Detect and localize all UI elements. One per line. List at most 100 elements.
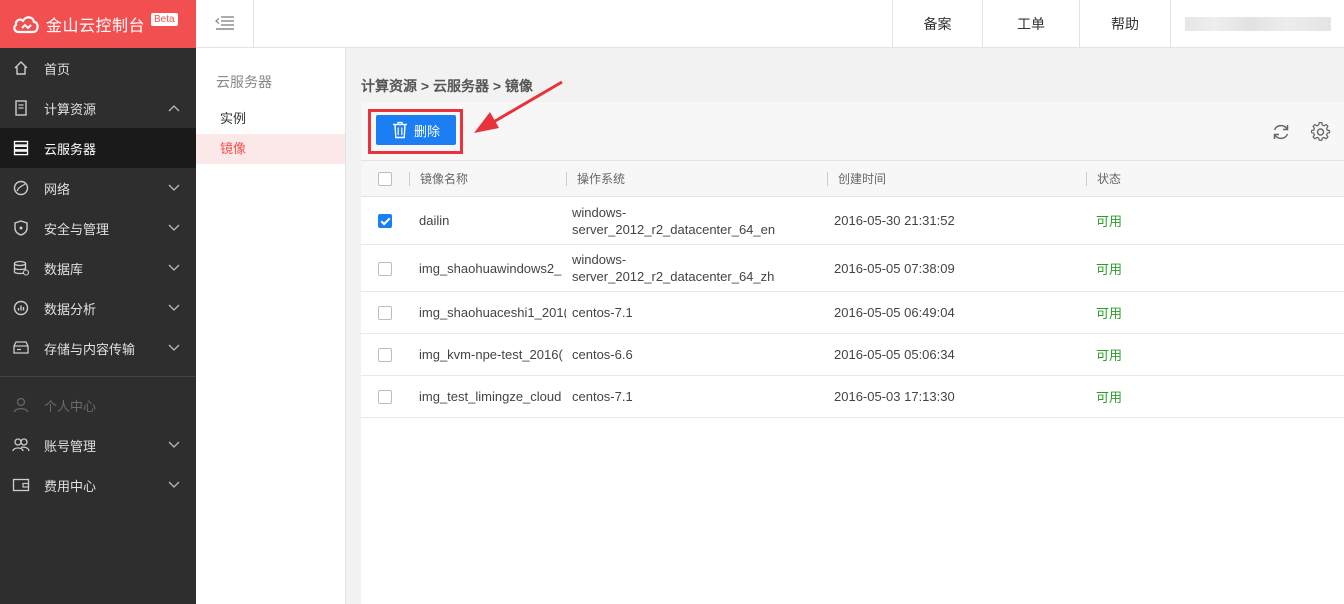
top-header: 备案 工单 帮助: [196, 0, 1344, 48]
nav-item-database[interactable]: 数据库: [0, 248, 196, 288]
delete-button-label: 删除: [413, 123, 440, 139]
column-label: 状态: [1097, 172, 1122, 186]
table-header-row: 镜像名称 操作系统 创建时间 状态: [361, 160, 1344, 197]
refresh-icon[interactable]: [1271, 122, 1291, 142]
row-checkbox[interactable]: [378, 261, 392, 276]
column-divider: [827, 171, 828, 186]
nav-item-label: 费用中心: [44, 478, 97, 494]
nav-item-cloud-server[interactable]: 云服务器: [0, 128, 196, 168]
row-select-cell: [361, 375, 409, 418]
row-checkbox[interactable]: [378, 348, 392, 363]
status-text: 可用: [1086, 333, 1344, 376]
menu-collapse-icon: [214, 15, 235, 33]
gear-icon[interactable]: [1311, 122, 1331, 142]
breadcrumb: 计算资源 > 云服务器 > 镜像: [361, 78, 533, 94]
ticket-link[interactable]: 工单: [982, 0, 1079, 48]
help-link[interactable]: 帮助: [1079, 0, 1170, 48]
blurred-username: [1185, 17, 1331, 31]
user-icon: [12, 396, 30, 414]
nav-divider: [0, 376, 196, 377]
nav-item-account[interactable]: 账号管理: [0, 425, 196, 465]
users-icon: [12, 436, 30, 454]
nav-item-label: 计算资源: [44, 101, 97, 117]
nav-item-storage[interactable]: 存储与内容传输: [0, 328, 196, 368]
nav-item-billing[interactable]: 费用中心: [0, 465, 196, 505]
server-stack-icon: [12, 139, 30, 157]
table-row[interactable]: img_shaohuaceshi1_201( centos-7.1 2016-0…: [361, 291, 1344, 334]
image-os: centos-6.6: [566, 333, 827, 376]
database-icon: [12, 259, 30, 277]
status-text: 可用: [1086, 196, 1344, 245]
nav-item-security[interactable]: 安全与管理: [0, 208, 196, 248]
chevron-down-icon: [168, 222, 180, 234]
brand-title: 金山云控制台: [46, 18, 146, 35]
status-text: 可用: [1086, 244, 1344, 292]
table-row[interactable]: img_test_limingze_cloud centos-7.1 2016-…: [361, 375, 1344, 418]
subnav-item-instances[interactable]: 实例: [196, 104, 345, 134]
column-header-os[interactable]: 操作系统: [566, 160, 827, 197]
select-all-cell: [361, 160, 409, 197]
beta-badge: Beta: [151, 12, 178, 26]
toolbar: 删除: [361, 102, 1344, 160]
column-label: 创建时间: [838, 172, 887, 186]
select-all-checkbox[interactable]: [378, 171, 392, 186]
nav-item-label: 首页: [44, 61, 71, 77]
image-created: 2016-05-03 17:13:30: [827, 375, 1086, 418]
image-name: dailin: [409, 196, 566, 245]
nav-item-network[interactable]: 网络: [0, 168, 196, 208]
table-row[interactable]: img_shaohuawindows2_ windows-server_2012…: [361, 244, 1344, 292]
nav-item-home[interactable]: 首页: [0, 48, 196, 88]
column-label: 镜像名称: [420, 172, 469, 186]
row-checkbox[interactable]: [378, 306, 392, 321]
home-icon: [12, 59, 30, 77]
brand-bar[interactable]: 金山云控制台 Beta: [0, 0, 196, 48]
menu-toggle-button[interactable]: [196, 0, 254, 48]
images-table: 镜像名称 操作系统 创建时间 状态 dailin windows-server_…: [361, 160, 1344, 418]
nav-item-analytics[interactable]: 数据分析: [0, 288, 196, 328]
nav-item-label: 账号管理: [44, 438, 97, 454]
sub-navigation: 云服务器 实例 镜像: [196, 48, 346, 604]
column-header-status[interactable]: 状态: [1086, 160, 1344, 197]
chevron-down-icon: [168, 262, 180, 274]
status-text: 可用: [1086, 291, 1344, 334]
server-doc-icon: [12, 99, 30, 117]
status-text: 可用: [1086, 375, 1344, 418]
row-select-cell: [361, 291, 409, 334]
nav-item-label: 云服务器: [44, 141, 97, 157]
user-menu[interactable]: [1170, 0, 1344, 48]
column-header-created[interactable]: 创建时间: [827, 160, 1086, 197]
beian-link[interactable]: 备案: [892, 0, 982, 48]
row-select-cell: [361, 333, 409, 376]
image-name: img_kvm-npe-test_2016(: [409, 333, 566, 376]
nav-item-label: 数据库: [44, 261, 84, 277]
image-created: 2016-05-05 07:38:09: [827, 244, 1086, 292]
nav-item-label: 安全与管理: [44, 221, 110, 237]
cloud-logo-icon: [12, 13, 40, 35]
subnav-title: 云服务器: [216, 74, 272, 90]
chevron-down-icon: [168, 439, 180, 451]
main-content: 计算资源 > 云服务器 > 镜像 删除 镜像名称 操作系统 创建时间 状态 da…: [347, 48, 1344, 604]
image-os: windows-server_2012_r2_datacenter_64_en: [566, 196, 827, 245]
column-label: 操作系统: [577, 172, 626, 186]
nav-item-compute[interactable]: 计算资源: [0, 88, 196, 128]
top-links: 备案 工单 帮助: [892, 0, 1344, 48]
image-created: 2016-05-30 21:31:52: [827, 196, 1086, 245]
network-icon: [12, 179, 30, 197]
row-checkbox[interactable]: [378, 214, 392, 229]
nav-item-label: 个人中心: [44, 398, 97, 414]
chevron-down-icon: [168, 302, 180, 314]
column-divider: [409, 171, 410, 186]
trash-icon: [392, 121, 408, 139]
column-divider: [1086, 171, 1087, 186]
table-row[interactable]: dailin windows-server_2012_r2_datacenter…: [361, 196, 1344, 245]
column-header-name[interactable]: 镜像名称: [409, 160, 566, 197]
nav-item-personal-center: 个人中心: [0, 385, 196, 425]
delete-button[interactable]: 删除: [376, 115, 456, 145]
image-name: img_test_limingze_cloud: [409, 375, 566, 418]
table-row[interactable]: img_kvm-npe-test_2016( centos-6.6 2016-0…: [361, 333, 1344, 376]
chevron-down-icon: [168, 182, 180, 194]
images-panel: 删除 镜像名称 操作系统 创建时间 状态 dailin windows-serv…: [361, 102, 1344, 604]
shield-icon: [12, 219, 30, 237]
row-checkbox[interactable]: [378, 390, 392, 405]
subnav-item-images[interactable]: 镜像: [196, 134, 345, 164]
